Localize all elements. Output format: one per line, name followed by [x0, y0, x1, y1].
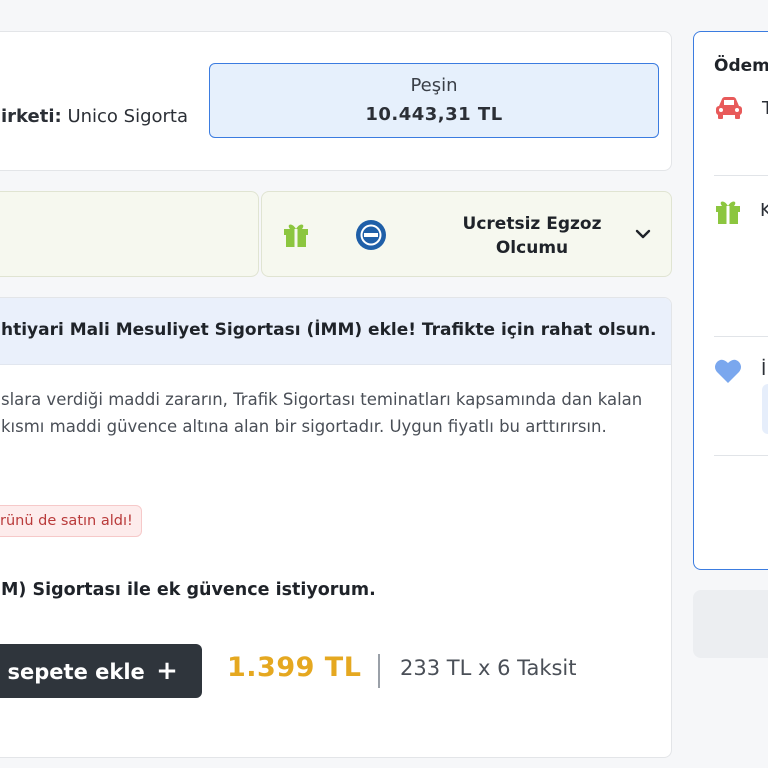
imm-social-proof-badge: rünü de satın aldı!: [0, 505, 142, 537]
payment-summary-title: Ödem: [714, 56, 768, 76]
company-name: Unico Sigorta: [67, 106, 189, 127]
car-icon: [716, 97, 742, 119]
imm-price: 1.399 TL: [227, 652, 362, 683]
imm-header: htiyari Mali Mesuliyet Sigortası (İMM) e…: [0, 298, 671, 365]
sidebar-action-button[interactable]: [693, 590, 768, 658]
offer-text: Ucretsiz Egzoz Olcumu: [462, 214, 602, 258]
payment-mode-label: Peşin: [410, 75, 458, 96]
chevron-down-icon[interactable]: [633, 224, 653, 244]
tuv-logo: [356, 220, 386, 250]
plus-icon: +: [156, 656, 178, 686]
page: irketi: Unico Sigorta Peşin 10.443,31 TL…: [0, 0, 768, 768]
imm-insurance-card: htiyari Mali Mesuliyet Sigortası (İMM) e…: [0, 297, 672, 758]
offer-card-egzoz[interactable]: Ucretsiz Egzoz Olcumu: [261, 191, 672, 277]
summary-item-2: K: [760, 200, 768, 221]
imm-description: slara verdiği maddi zararın, Trafik Sigo…: [1, 390, 643, 436]
insurance-company: irketi: Unico Sigorta: [1, 106, 188, 127]
add-to-cart-label: i sepete ekle: [0, 660, 145, 684]
company-label: irketi:: [1, 106, 62, 127]
summary-item-1: T: [762, 98, 768, 119]
payment-summary-card: Ödem T K İ: [693, 31, 768, 570]
imm-installments: 233 TL x 6 Taksit: [400, 656, 577, 680]
add-to-cart-button[interactable]: i sepete ekle +: [0, 644, 202, 698]
gift-icon: [716, 201, 740, 224]
divider: [714, 455, 768, 456]
payment-amount: 10.443,31 TL: [365, 104, 503, 125]
insurance-company-card: irketi: Unico Sigorta Peşin 10.443,31 TL: [0, 31, 672, 171]
price-divider: [378, 654, 380, 688]
summary-item-3: İ: [761, 359, 767, 380]
offer-card-left[interactable]: [0, 191, 259, 277]
divider: [714, 336, 768, 337]
heart-icon: [715, 359, 741, 383]
divider: [714, 175, 768, 176]
gift-icon: [284, 224, 308, 247]
payment-option-cash[interactable]: Peşin 10.443,31 TL: [209, 63, 659, 138]
summary-chip[interactable]: [762, 384, 768, 434]
imm-choice-label[interactable]: M) Sigortası ile ek güvence istiyorum.: [1, 580, 376, 600]
